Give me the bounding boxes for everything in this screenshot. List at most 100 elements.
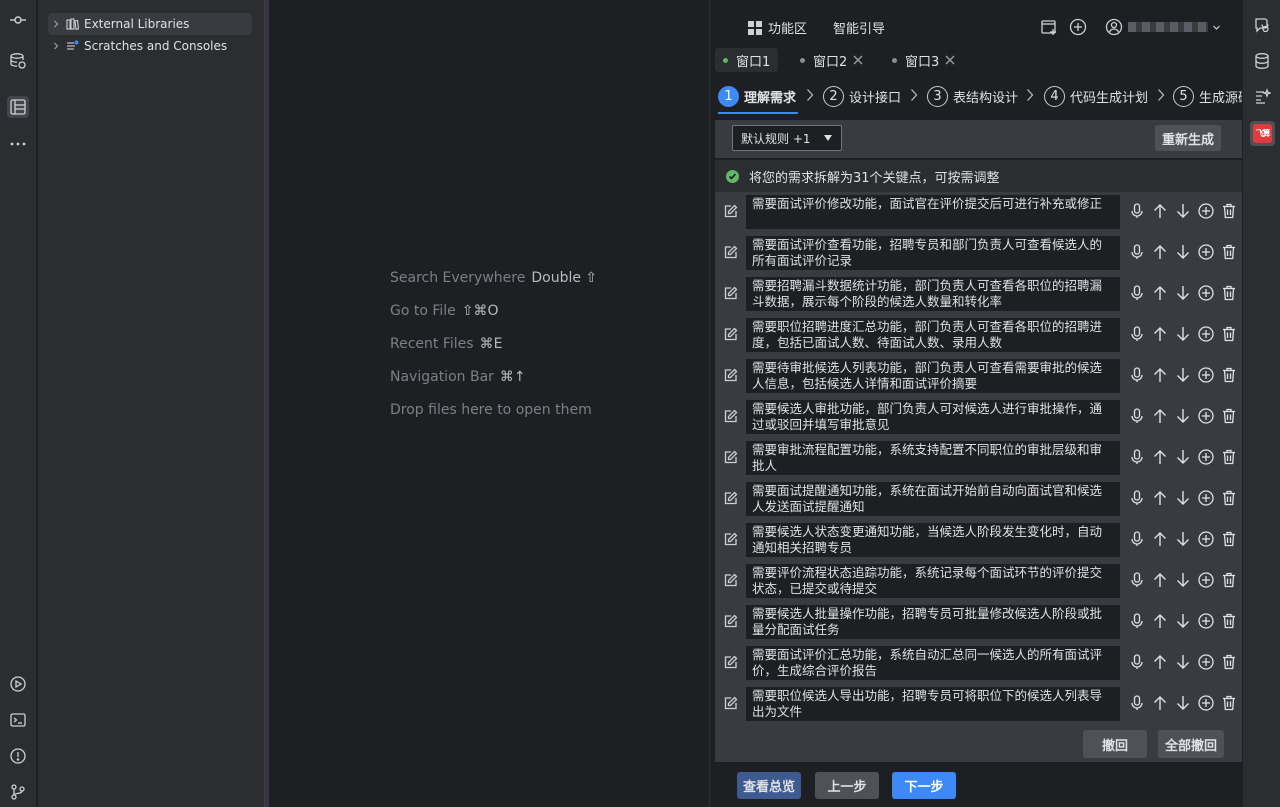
user-account[interactable] [1105, 18, 1221, 36]
edit-icon[interactable] [723, 327, 738, 342]
edit-icon[interactable] [723, 450, 738, 465]
microphone-icon[interactable] [1125, 367, 1148, 383]
requirement-text[interactable]: 需要候选人批量操作功能，招聘专员可批量修改候选人阶段或批量分配面试任务 [746, 605, 1120, 639]
trash-icon[interactable] [1217, 244, 1240, 260]
arrow-down-icon[interactable] [1171, 613, 1194, 629]
tree-item-scratches[interactable]: Scratches and Consoles [48, 35, 252, 57]
arrow-down-icon[interactable] [1171, 285, 1194, 301]
arrow-up-icon[interactable] [1148, 531, 1171, 547]
edit-icon[interactable] [723, 696, 738, 711]
add-circle-icon[interactable] [1194, 449, 1217, 465]
arrow-up-icon[interactable] [1148, 408, 1171, 424]
arrow-up-icon[interactable] [1148, 654, 1171, 670]
edit-icon[interactable] [723, 655, 738, 670]
overview-button[interactable]: 查看总览 [737, 772, 801, 799]
edit-icon[interactable] [723, 286, 738, 301]
requirement-text[interactable]: 需要职位候选人导出功能，招聘专员可将职位下的候选人列表导出为文件 [746, 687, 1120, 721]
edit-icon[interactable] [723, 614, 738, 629]
arrow-down-icon[interactable] [1171, 367, 1194, 383]
requirement-text[interactable]: 需要审批流程配置功能，系统支持配置不同职位的审批层级和审批人 [746, 441, 1120, 475]
arrow-up-icon[interactable] [1148, 695, 1171, 711]
step-3[interactable]: 3 表结构设计 [927, 84, 1018, 108]
add-circle-icon[interactable] [1194, 244, 1217, 260]
arrow-up-icon[interactable] [1148, 203, 1171, 219]
new-window-icon[interactable] [1040, 18, 1058, 36]
arrow-down-icon[interactable] [1171, 531, 1194, 547]
regenerate-button[interactable]: 重新生成 [1155, 125, 1221, 151]
arrow-up-icon[interactable] [1148, 613, 1171, 629]
step-4[interactable]: 4 代码生成计划 [1044, 84, 1148, 108]
trash-icon[interactable] [1217, 572, 1240, 588]
trash-icon[interactable] [1217, 285, 1240, 301]
microphone-icon[interactable] [1125, 449, 1148, 465]
tab-window-1[interactable]: 窗口1 [715, 48, 779, 72]
microphone-icon[interactable] [1125, 531, 1148, 547]
add-circle-icon[interactable] [1194, 203, 1217, 219]
chevron-right-icon[interactable] [48, 42, 64, 50]
edit-icon[interactable] [723, 368, 738, 383]
close-icon[interactable] [853, 55, 863, 65]
arrow-down-icon[interactable] [1171, 490, 1194, 506]
add-circle-icon[interactable] [1194, 654, 1217, 670]
more-icon[interactable] [7, 133, 29, 155]
close-icon[interactable] [945, 55, 955, 65]
microphone-icon[interactable] [1125, 572, 1148, 588]
arrow-up-icon[interactable] [1148, 326, 1171, 342]
arrow-down-icon[interactable] [1171, 449, 1194, 465]
add-circle-icon[interactable] [1194, 408, 1217, 424]
chevron-right-icon[interactable] [48, 20, 64, 28]
add-circle-icon[interactable] [1194, 490, 1217, 506]
requirement-text[interactable]: 需要面试评价修改功能，面试官在评价提交后可进行补充或修正 [746, 195, 1120, 229]
trash-icon[interactable] [1217, 695, 1240, 711]
step-5[interactable]: 5生成源码 [1173, 84, 1243, 108]
requirement-text[interactable]: 需要评价流程状态追踪功能，系统记录每个面试环节的评价提交状态，已提交或待提交 [746, 564, 1120, 598]
microphone-icon[interactable] [1125, 695, 1148, 711]
add-circle-icon[interactable] [1194, 326, 1217, 342]
prev-step-button[interactable]: 上一步 [815, 772, 879, 799]
requirement-text[interactable]: 需要待审批候选人列表功能，部门负责人可查看需要审批的候选人信息，包括候选人详情和… [746, 359, 1120, 393]
microphone-icon[interactable] [1125, 244, 1148, 260]
arrow-up-icon[interactable] [1148, 490, 1171, 506]
trash-icon[interactable] [1217, 449, 1240, 465]
edit-icon[interactable] [723, 409, 738, 424]
run-icon[interactable] [7, 673, 29, 695]
database-icon[interactable] [1251, 50, 1273, 72]
undo-button[interactable]: 撤回 [1083, 730, 1147, 758]
microphone-icon[interactable] [1125, 285, 1148, 301]
rules-select[interactable]: 默认规则 +1 [732, 125, 842, 151]
arrow-up-icon[interactable] [1148, 572, 1171, 588]
step-1[interactable]: 1 理解需求 [718, 84, 796, 108]
microphone-icon[interactable] [1125, 408, 1148, 424]
ai-assistant-icon[interactable] [1251, 86, 1273, 108]
requirement-text[interactable]: 需要候选人状态变更通知功能，当候选人阶段发生变化时，自动通知相关招聘专员 [746, 523, 1120, 557]
add-circle-icon[interactable] [1194, 285, 1217, 301]
microphone-icon[interactable] [1125, 326, 1148, 342]
arrow-down-icon[interactable] [1171, 203, 1194, 219]
problems-icon[interactable] [7, 745, 29, 767]
ai-chat-icon[interactable] [1251, 14, 1273, 36]
terminal-icon[interactable] [7, 709, 29, 731]
arrow-up-icon[interactable] [1148, 244, 1171, 260]
arrow-up-icon[interactable] [1148, 449, 1171, 465]
structure-icon[interactable] [7, 96, 29, 118]
database-stack-icon[interactable] [7, 50, 29, 72]
edit-icon[interactable] [723, 245, 738, 260]
trash-icon[interactable] [1217, 408, 1240, 424]
microphone-icon[interactable] [1125, 490, 1148, 506]
trash-icon[interactable] [1217, 654, 1240, 670]
add-circle-icon[interactable] [1194, 613, 1217, 629]
add-circle-icon[interactable] [1194, 695, 1217, 711]
tab-window-3[interactable]: 窗口3 [884, 48, 963, 72]
next-step-button[interactable]: 下一步 [892, 772, 956, 799]
git-branch-icon[interactable] [7, 781, 29, 803]
arrow-down-icon[interactable] [1171, 408, 1194, 424]
arrow-down-icon[interactable] [1171, 654, 1194, 670]
edit-icon[interactable] [723, 204, 738, 219]
edit-icon[interactable] [723, 532, 738, 547]
trash-icon[interactable] [1217, 613, 1240, 629]
arrow-up-icon[interactable] [1148, 285, 1171, 301]
requirement-text[interactable]: 需要面试评价查看功能，招聘专员和部门负责人可查看候选人的所有面试评价记录 [746, 236, 1120, 270]
tab-window-2[interactable]: 窗口2 [792, 48, 871, 72]
step-2[interactable]: 2 设计接口 [823, 84, 901, 108]
requirement-text[interactable]: 需要面试评价汇总功能，系统自动汇总同一候选人的所有面试评价，生成综合评价报告 [746, 646, 1120, 680]
